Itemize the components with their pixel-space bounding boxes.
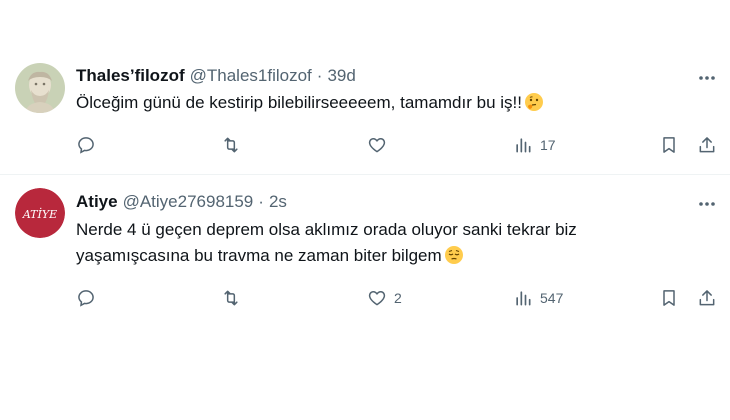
like-count: 2 [394,290,402,306]
thinking-face-emoji [524,93,543,111]
retweet-icon [224,137,238,153]
retweet-button[interactable] [221,132,248,158]
more-dots-icon[interactable] [696,194,718,214]
tweet-text: Nerde 4 ü geçen deprem olsa aklımız orad… [76,217,636,269]
separator: · [258,192,264,211]
reply-button[interactable] [76,132,103,158]
retweet-button[interactable] [221,285,248,311]
more-dots-icon[interactable] [696,68,718,88]
like-button[interactable] [367,132,394,158]
tweet-body: Ölceğim günü de kestirip bilebilirseeeee… [76,93,522,112]
tweet-actions: 2 547 [0,285,730,311]
views-icon [516,138,531,153]
timestamp[interactable]: 2s [269,192,287,212]
separator: · [316,66,323,85]
like-icon [368,291,386,306]
timestamp[interactable]: 39d [327,66,355,86]
bookmark-button[interactable] [659,132,679,158]
bookmark-icon [663,290,675,306]
share-button[interactable] [697,132,717,158]
user-handle[interactable]: @Atiye27698159 [123,192,254,212]
user-handle[interactable]: @Thales1filozof [190,66,312,86]
avatar[interactable]: ATİYE [15,188,65,238]
tweet[interactable]: Thales’filozof @Thales1filozof · 39d Ölc… [0,0,730,175]
reply-icon [78,290,94,307]
tweet-header: Thales’filozof @Thales1filozof · 39d [76,66,356,86]
bookmark-button[interactable] [659,285,679,311]
like-button[interactable]: 2 [367,285,402,311]
display-name[interactable]: Atiye [76,192,118,212]
tweet[interactable]: ATİYE Atiye @Atiye27698159 · 2s Nerde 4 … [0,175,730,325]
retweet-icon [224,290,238,306]
tweet-text: Ölceğim günü de kestirip bilebilirseeeee… [76,90,636,116]
avatar-text: ATİYE [22,207,57,221]
pensive-face-emoji [444,246,463,264]
view-count: 547 [540,290,564,306]
views-icon [516,291,531,306]
reply-icon [78,137,94,154]
tweet-body: Nerde 4 ü geçen deprem olsa aklımız orad… [76,220,577,265]
tweet-header: Atiye @Atiye27698159 · 2s [76,192,287,212]
share-icon [699,290,715,306]
display-name[interactable]: Thales’filozof [76,66,185,86]
avatar[interactable] [15,63,65,113]
views-button[interactable]: 547 [513,285,563,311]
share-button[interactable] [697,285,717,311]
like-icon [368,138,386,153]
view-count: 17 [540,137,556,153]
reply-button[interactable] [76,285,103,311]
bookmark-icon [663,137,675,153]
tweet-actions: 17 [0,132,730,158]
views-button[interactable]: 17 [513,132,556,158]
share-icon [699,137,715,153]
